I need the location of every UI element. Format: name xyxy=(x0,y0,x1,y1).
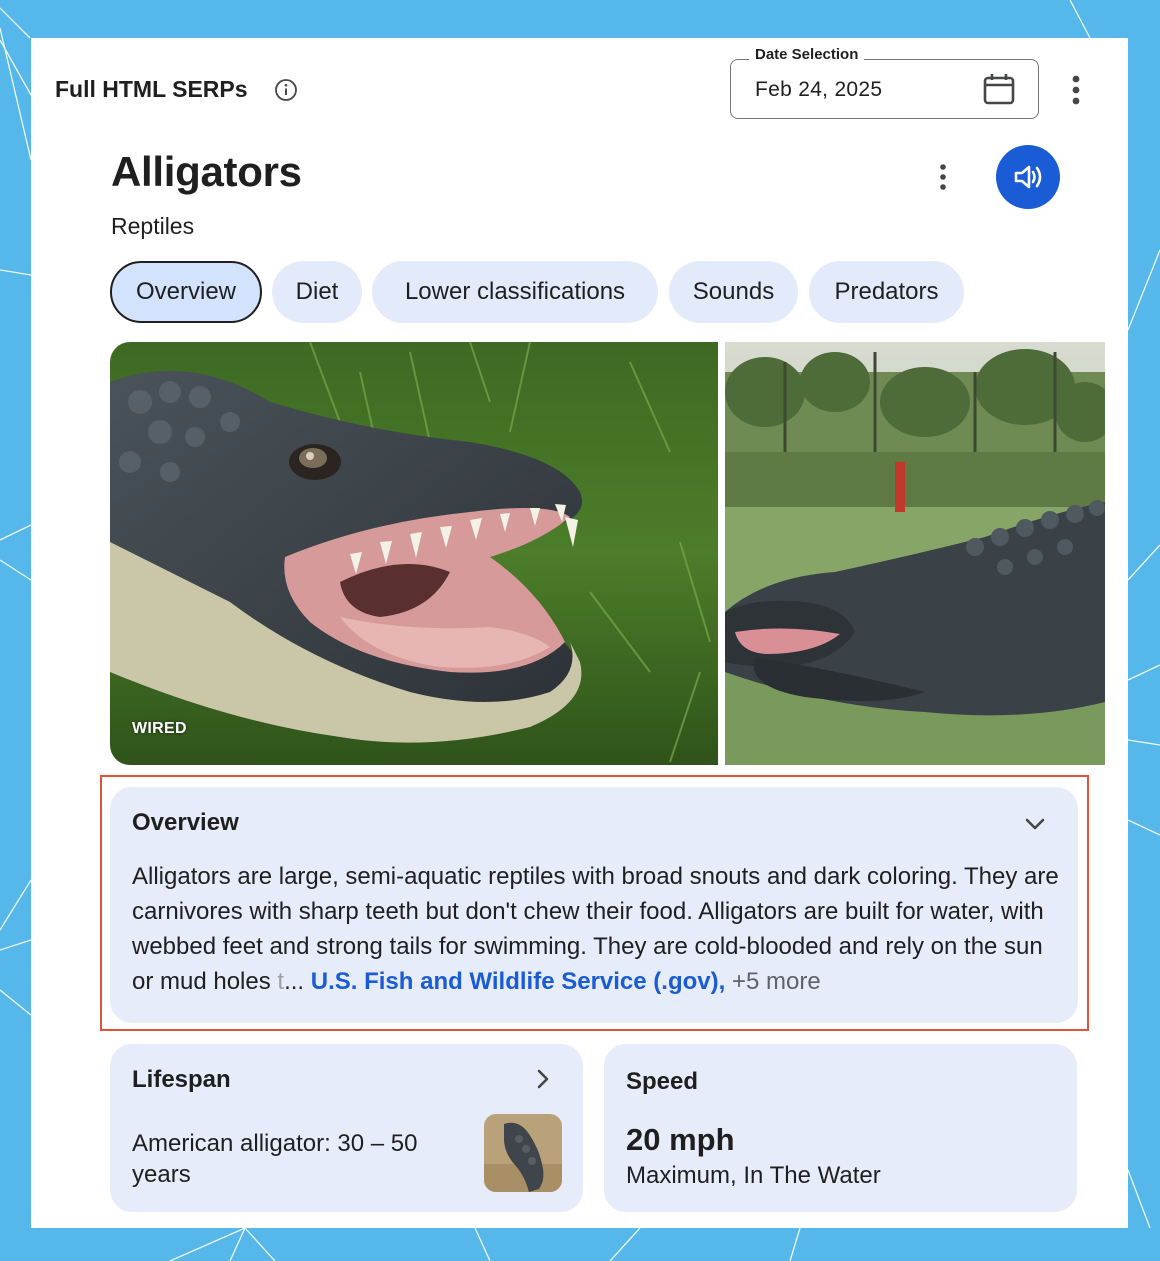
lifespan-text: American alligator: 30 – 50 years xyxy=(132,1130,418,1188)
overview-heading: Overview xyxy=(132,809,239,836)
overview-card[interactable]: Overview Alligators are large, semi-aqua… xyxy=(110,787,1078,1023)
speed-value: 20 mph xyxy=(626,1122,735,1157)
entity-subtitle: Reptiles xyxy=(111,213,195,239)
tab-sounds[interactable]: Sounds xyxy=(669,261,798,323)
calendar-icon[interactable] xyxy=(982,72,1016,106)
tab-overview[interactable]: Overview xyxy=(110,261,262,323)
date-selection-label: Date Selection xyxy=(749,46,865,63)
alligator-on-grass-picture xyxy=(725,342,1105,765)
lifespan-card[interactable]: Lifespan American alligator: 30 – 50 yea… xyxy=(110,1044,583,1212)
speed-card[interactable]: Speed 20 mph Maximum, In The Water xyxy=(604,1044,1077,1212)
overview-ellipsis: ... xyxy=(284,968,311,995)
alligator-open-mouth-picture xyxy=(110,342,718,765)
more-vert-icon[interactable] xyxy=(1066,73,1086,107)
tab-predators[interactable]: Predators xyxy=(809,261,964,323)
date-value: Feb 24, 2025 xyxy=(755,78,883,101)
source-link[interactable]: U.S. Fish and Wildlife Service (.gov), xyxy=(311,968,726,995)
tab-lower-classifications[interactable]: Lower classifications xyxy=(372,261,658,323)
image-credit: WIRED xyxy=(132,720,187,737)
entity-title: Alligators xyxy=(111,148,302,195)
more-sources-link[interactable]: +5 more xyxy=(725,968,821,995)
speed-detail: Maximum, In The Water xyxy=(626,1162,881,1189)
lifespan-heading: Lifespan xyxy=(132,1066,231,1093)
date-selection-field[interactable]: Date Selection Feb 24, 2025 xyxy=(730,46,1039,119)
app-title: Full HTML SERPs xyxy=(55,76,248,102)
chevron-down-icon[interactable] xyxy=(1022,811,1048,837)
alligator-image-main[interactable]: WIRED xyxy=(110,342,718,765)
more-vert-icon[interactable] xyxy=(933,160,953,194)
info-icon[interactable] xyxy=(274,78,298,102)
alligator-image-side[interactable] xyxy=(725,342,1105,765)
speed-heading: Speed xyxy=(626,1068,699,1095)
chevron-right-icon[interactable] xyxy=(530,1066,556,1092)
tab-diet[interactable]: Diet xyxy=(272,261,362,323)
listen-button[interactable] xyxy=(996,145,1060,209)
overview-text: Alligators are large, semi-aquatic repti… xyxy=(132,859,1062,999)
serp-panel: Full HTML SERPs Date Selection Feb 24, 2… xyxy=(31,38,1128,1228)
lifespan-thumbnail xyxy=(484,1114,562,1192)
speaker-icon xyxy=(1014,165,1042,189)
